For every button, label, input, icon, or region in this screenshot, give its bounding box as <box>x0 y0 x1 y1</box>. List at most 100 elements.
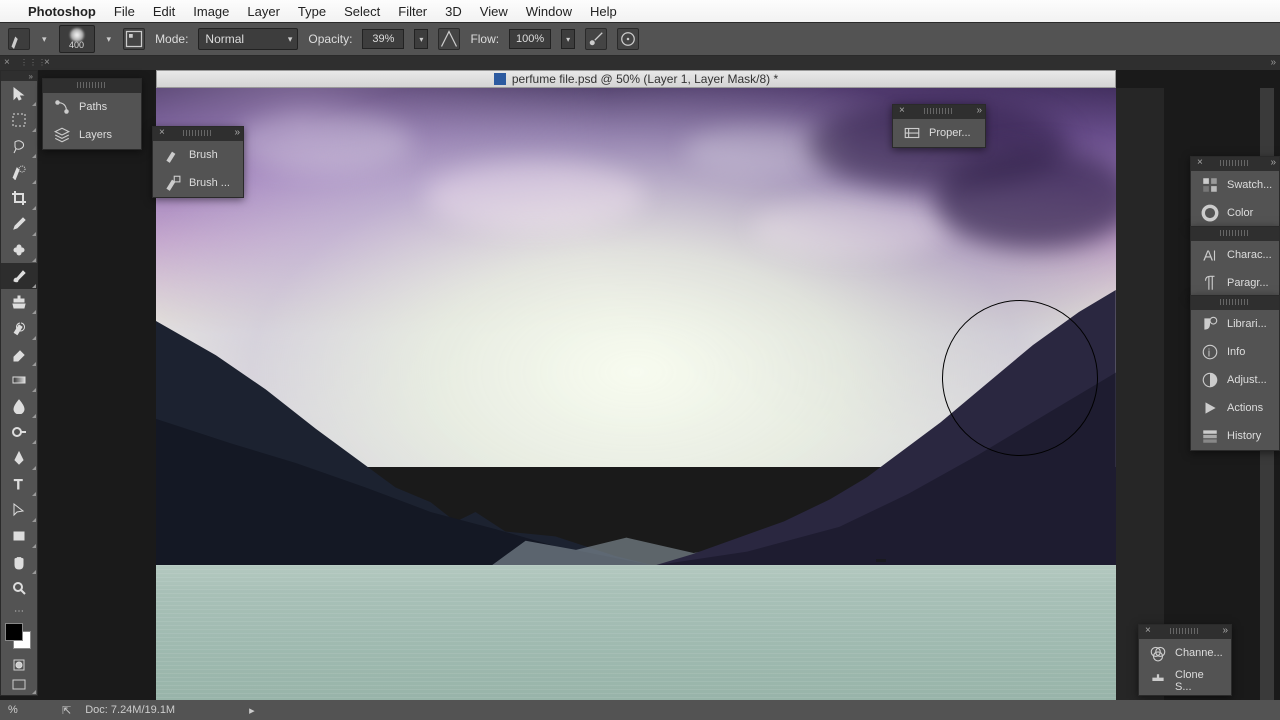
brush-tool[interactable] <box>1 263 37 289</box>
foreground-color-swatch[interactable] <box>5 623 23 641</box>
panel-grip-icon[interactable] <box>183 130 213 136</box>
menu-3d[interactable]: 3D <box>445 4 462 19</box>
close-icon[interactable]: × <box>155 127 169 138</box>
svg-text:i: i <box>1208 348 1211 360</box>
channels-clone-panel: × » Channe... Clone S... <box>1138 624 1232 696</box>
menu-file[interactable]: File <box>114 4 135 19</box>
tab-brush-label: Brush <box>189 149 218 161</box>
opacity-input[interactable] <box>362 29 404 49</box>
dodge-tool[interactable] <box>1 419 37 445</box>
flow-input[interactable] <box>509 29 551 49</box>
gradient-tool[interactable] <box>1 367 37 393</box>
panel-grip-icon[interactable] <box>1220 299 1250 305</box>
tab-paragraph[interactable]: Paragr... <box>1191 269 1279 297</box>
panel-grip-icon[interactable] <box>1220 160 1250 166</box>
quick-mask-toggle[interactable] <box>1 655 37 675</box>
edit-toolbar[interactable]: ⋯ <box>1 601 37 621</box>
panel-grip-icon[interactable] <box>1220 230 1250 236</box>
size-pressure-icon[interactable] <box>617 28 639 50</box>
collapse-arrows-icon[interactable]: » <box>1270 157 1276 168</box>
brush-panel-toggle[interactable] <box>123 28 145 50</box>
tab-paths[interactable]: Paths <box>43 93 141 121</box>
blend-mode-dropdown[interactable]: Normal <box>198 28 298 50</box>
crop-tool[interactable] <box>1 185 37 211</box>
chevron-down-icon[interactable]: ▾ <box>105 34 114 45</box>
color-swatches[interactable] <box>1 621 37 655</box>
screen-mode-toggle[interactable] <box>1 675 37 695</box>
opacity-stepper[interactable]: ▾ <box>414 29 428 49</box>
panel-grip-icon[interactable] <box>77 82 107 88</box>
adjustments-icon <box>1201 371 1219 389</box>
airbrush-icon[interactable] <box>585 28 607 50</box>
blur-tool[interactable] <box>1 393 37 419</box>
tool-preset-picker[interactable] <box>8 28 30 50</box>
status-flyout-icon[interactable]: ▸ <box>249 704 255 717</box>
close-icon[interactable]: × <box>4 57 10 68</box>
tab-layers[interactable]: Layers <box>43 121 141 149</box>
pen-tool[interactable] <box>1 445 37 471</box>
flow-stepper[interactable]: ▾ <box>561 29 575 49</box>
tab-brush-presets[interactable]: Brush ... <box>153 169 243 197</box>
tab-history[interactable]: History <box>1191 422 1279 450</box>
tab-clone-source[interactable]: Clone S... <box>1139 667 1231 695</box>
path-selection-tool[interactable] <box>1 497 37 523</box>
close-icon[interactable]: × <box>895 105 909 116</box>
panel-grip-icon[interactable] <box>1170 628 1200 634</box>
spot-healing-tool[interactable] <box>1 237 37 263</box>
app-name[interactable]: Photoshop <box>28 4 96 19</box>
quick-select-tool[interactable] <box>1 159 37 185</box>
chevron-down-icon[interactable]: ▾ <box>40 34 49 45</box>
tab-character[interactable]: A Charac... <box>1191 241 1279 269</box>
menu-view[interactable]: View <box>480 4 508 19</box>
document-canvas[interactable] <box>156 88 1116 700</box>
tab-adjustments[interactable]: Adjust... <box>1191 366 1279 394</box>
toolbox-grip[interactable]: » <box>1 71 37 81</box>
export-icon[interactable]: ⇱ <box>62 704 71 717</box>
menu-type[interactable]: Type <box>298 4 326 19</box>
zoom-tool[interactable] <box>1 575 37 601</box>
tab-actions[interactable]: Actions <box>1191 394 1279 422</box>
panel-grip-icon[interactable]: ⋮⋮⋮ <box>20 58 47 67</box>
tab-paragraph-label: Paragr... <box>1227 277 1269 289</box>
brush-preset-picker[interactable]: 400 <box>59 25 95 53</box>
close-icon[interactable]: × <box>44 57 50 68</box>
menu-filter[interactable]: Filter <box>398 4 427 19</box>
tab-brush[interactable]: Brush <box>153 141 243 169</box>
collapse-arrows-icon[interactable]: » <box>976 105 982 116</box>
move-tool[interactable] <box>1 81 37 107</box>
tab-channels[interactable]: Channe... <box>1139 639 1231 667</box>
menu-window[interactable]: Window <box>526 4 572 19</box>
collapse-arrows-icon[interactable]: » <box>1222 625 1228 636</box>
close-icon[interactable]: × <box>1193 157 1207 168</box>
tab-color[interactable]: Color <box>1191 199 1279 227</box>
marquee-tool[interactable] <box>1 107 37 133</box>
collapse-arrows-icon[interactable]: » <box>1270 57 1276 68</box>
type-tool[interactable]: T <box>1 471 37 497</box>
zoom-field[interactable]: % <box>8 704 48 716</box>
tab-properties-label: Proper... <box>929 127 971 139</box>
hand-tool[interactable] <box>1 549 37 575</box>
tab-info[interactable]: i Info <box>1191 338 1279 366</box>
menu-select[interactable]: Select <box>344 4 380 19</box>
opacity-pressure-icon[interactable] <box>438 28 460 50</box>
libraries-panel-group: Librari... i Info Adjust... Actions Hist… <box>1190 295 1280 451</box>
clone-stamp-tool[interactable] <box>1 289 37 315</box>
menu-help[interactable]: Help <box>590 4 617 19</box>
close-icon[interactable]: × <box>1141 625 1155 636</box>
eraser-tool[interactable] <box>1 341 37 367</box>
collapse-arrows-icon[interactable]: » <box>234 127 240 138</box>
menu-edit[interactable]: Edit <box>153 4 175 19</box>
panel-grip-icon[interactable] <box>924 108 954 114</box>
history-brush-tool[interactable] <box>1 315 37 341</box>
rectangle-tool[interactable] <box>1 523 37 549</box>
tab-swatches[interactable]: Swatch... <box>1191 171 1279 199</box>
menu-image[interactable]: Image <box>193 4 229 19</box>
tab-properties[interactable]: Proper... <box>893 119 985 147</box>
tab-libraries[interactable]: Librari... <box>1191 310 1279 338</box>
tab-layers-label: Layers <box>79 129 112 141</box>
tab-info-label: Info <box>1227 346 1245 358</box>
eyedropper-tool[interactable] <box>1 211 37 237</box>
lasso-tool[interactable] <box>1 133 37 159</box>
menu-layer[interactable]: Layer <box>247 4 280 19</box>
clone-source-icon <box>1149 672 1167 690</box>
